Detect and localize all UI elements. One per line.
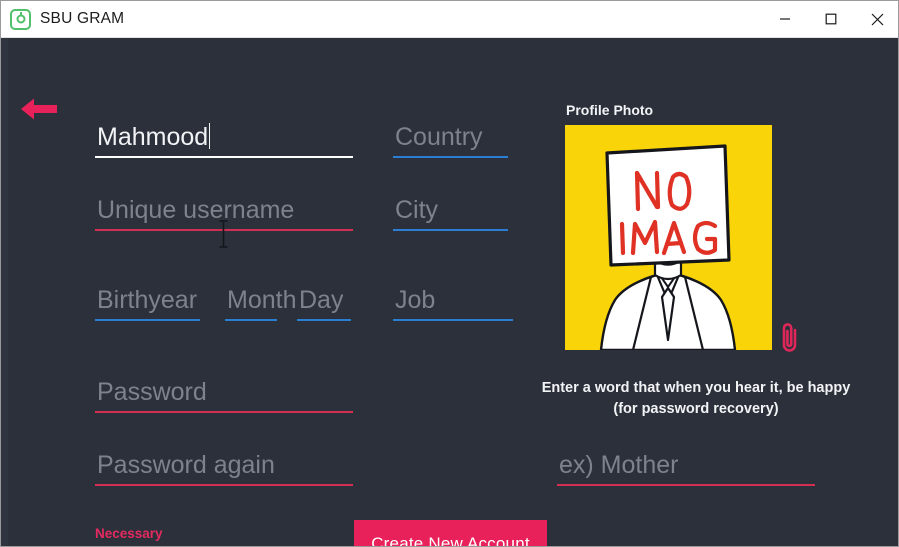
job-underline	[393, 319, 513, 321]
create-account-button[interactable]: Create New Account	[354, 520, 547, 546]
recovery-word-underline	[557, 484, 815, 486]
recovery-hint: Enter a word that when you hear it, be h…	[506, 378, 886, 420]
maximize-icon	[825, 13, 837, 25]
text-caret	[209, 123, 211, 149]
title-bar: SBU GRAM	[1, 1, 898, 38]
password-again-placeholder: Password again	[97, 451, 275, 479]
username-placeholder: Unique username	[97, 196, 295, 224]
birthday-placeholder: Day	[299, 286, 344, 314]
city-underline	[393, 229, 508, 231]
app-logo-icon	[10, 8, 31, 30]
city-placeholder: City	[395, 196, 439, 224]
recovery-hint-line2: (for password recovery)	[613, 401, 779, 417]
username-input[interactable]: Unique username	[95, 173, 353, 231]
minimize-icon	[780, 18, 790, 20]
maximize-button[interactable]	[808, 1, 854, 37]
no-image-illustration	[565, 125, 772, 350]
main-content: Mahmood Unique username Birthyear Month …	[1, 38, 898, 546]
birthday-underline	[297, 319, 351, 321]
job-placeholder: Job	[395, 286, 436, 314]
fullname-input[interactable]: Mahmood	[95, 100, 353, 158]
birthday-input[interactable]: Day	[297, 263, 351, 321]
close-icon	[871, 13, 883, 25]
legend-required: Necessary	[95, 526, 163, 541]
password-again-input[interactable]: Password again	[95, 428, 353, 486]
recovery-hint-line1: Enter a word that when you hear it, be h…	[541, 380, 851, 396]
country-underline	[393, 156, 508, 158]
profile-photo-label: Profile Photo	[566, 102, 654, 118]
paperclip-icon	[782, 323, 797, 352]
app-title: SBU GRAM	[40, 10, 125, 27]
attach-photo-button[interactable]	[778, 321, 802, 353]
back-arrow-icon	[21, 98, 57, 120]
password-again-underline	[95, 484, 353, 486]
username-underline	[95, 229, 353, 231]
fullname-value: Mahmood	[97, 123, 211, 151]
birthyear-underline	[95, 319, 200, 321]
profile-photo-placeholder[interactable]	[565, 125, 772, 350]
recovery-word-input[interactable]: ex) Mother	[557, 428, 815, 486]
window-controls	[762, 1, 898, 37]
fullname-underline	[95, 156, 353, 158]
birthmonth-underline	[225, 319, 277, 321]
birthmonth-input[interactable]: Month	[225, 263, 296, 321]
birthyear-placeholder: Birthyear	[97, 286, 198, 314]
country-input[interactable]: Country	[393, 100, 508, 158]
field-legend: Necessary !Necessary	[95, 522, 167, 546]
birthyear-input[interactable]: Birthyear	[95, 263, 200, 321]
back-button[interactable]	[19, 94, 59, 124]
birthmonth-placeholder: Month	[227, 286, 297, 314]
password-placeholder: Password	[97, 378, 207, 406]
recovery-word-placeholder: ex) Mother	[559, 451, 679, 479]
password-underline	[95, 411, 353, 413]
minimize-button[interactable]	[762, 1, 808, 37]
country-placeholder: Country	[395, 123, 483, 151]
job-input[interactable]: Job	[393, 263, 513, 321]
app-window: SBU GRAM Mahmood Unique username Birthye…	[0, 0, 899, 547]
title-bar-left: SBU GRAM	[1, 1, 762, 37]
close-button[interactable]	[854, 1, 898, 37]
city-input[interactable]: City	[393, 173, 508, 231]
password-input[interactable]: Password	[95, 355, 353, 413]
